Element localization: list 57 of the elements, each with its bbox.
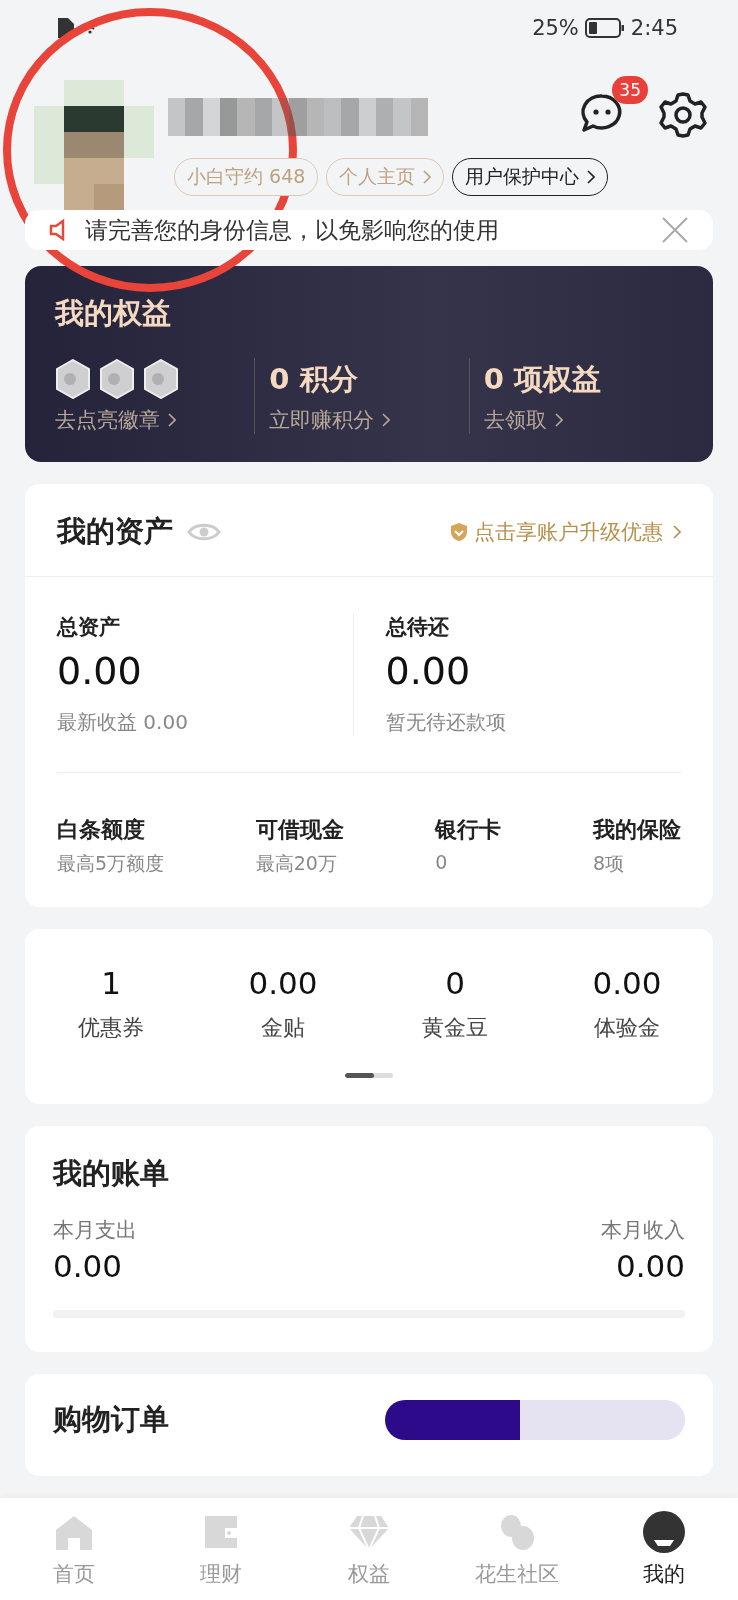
wallet-label[interactable]: 优惠券 — [78, 1013, 144, 1043]
total-label: 总待还 — [385, 614, 450, 641]
wallet-label[interactable]: 黄金豆 — [422, 1013, 488, 1043]
wallet-label[interactable]: 金贴 — [261, 1013, 305, 1043]
unread-badge: 35 — [612, 76, 648, 104]
battery-icon — [584, 18, 625, 38]
badge-icon[interactable] — [143, 359, 179, 399]
wallet-value: 0.00 — [248, 965, 318, 1001]
rights-link[interactable]: 去点亮徽章 — [55, 406, 255, 434]
settings-icon[interactable] — [658, 90, 708, 140]
total-amount: 0.00 — [57, 649, 143, 693]
promo-banner[interactable] — [385, 1400, 685, 1440]
chevron-icon — [168, 413, 176, 427]
product-note: 0 — [435, 851, 449, 873]
page-indicator — [345, 1073, 393, 1078]
rights-title: 我的权益 — [55, 295, 172, 332]
rights-link[interactable]: 立即赚积分 — [269, 406, 469, 434]
pixelated-avatar[interactable] — [34, 80, 154, 210]
battery-percent: 25% — [532, 16, 579, 40]
wallet-label[interactable]: 体验金 — [594, 1013, 660, 1043]
product-label[interactable]: 我的保险 — [592, 815, 681, 845]
avatar-icon — [642, 1510, 687, 1554]
chevron-icon — [587, 170, 596, 184]
product-label[interactable]: 白条额度 — [57, 815, 165, 845]
spend-label: 本月支出 — [53, 1217, 137, 1244]
total-note: 暂无待还款项 — [385, 709, 507, 736]
income-label: 本月收入 — [601, 1217, 685, 1244]
rights-stat: 0 项权益 — [483, 361, 602, 398]
badge-icon[interactable] — [55, 359, 91, 399]
wallet-value: 0.00 — [592, 965, 662, 1001]
notice-text: 请完善您的身份信息，以免影响您的使用 — [85, 215, 500, 245]
chevron-icon — [554, 413, 563, 427]
orders-title: 购物订单 — [53, 1401, 169, 1438]
wallet-value: 1 — [101, 965, 121, 1001]
total-note: 最新收益 0.00 — [57, 709, 189, 736]
shield-icon — [450, 522, 468, 542]
income-amount: 0.00 — [615, 1248, 685, 1284]
product-note: 最高20万 — [255, 851, 338, 876]
bill-title: 我的账单 — [53, 1156, 169, 1190]
product-note: 8项 — [592, 851, 626, 876]
chevron-icon — [382, 413, 391, 427]
badge-icon[interactable] — [99, 359, 135, 399]
profile-pill[interactable]: 用户保护中心 — [452, 158, 609, 196]
clock-time: 2:45 — [630, 16, 678, 40]
product-label[interactable]: 银行卡 — [435, 815, 502, 845]
wallet-value: 0 — [445, 965, 465, 1001]
product-label[interactable]: 可借现金 — [255, 815, 344, 845]
chevron-icon — [423, 170, 432, 184]
spend-amount: 0.00 — [53, 1248, 124, 1284]
total-amount: 0.00 — [385, 649, 472, 693]
product-note: 最高5万额度 — [57, 851, 165, 876]
rights-stat: 0 积分 — [269, 361, 359, 398]
assets-title: 我的资产 — [57, 513, 173, 550]
chevron-icon — [673, 525, 681, 539]
rights-link[interactable]: 去领取 — [483, 406, 683, 434]
nav-tab[interactable]: 我的 — [590, 1498, 738, 1600]
total-label: 总资产 — [57, 614, 121, 641]
